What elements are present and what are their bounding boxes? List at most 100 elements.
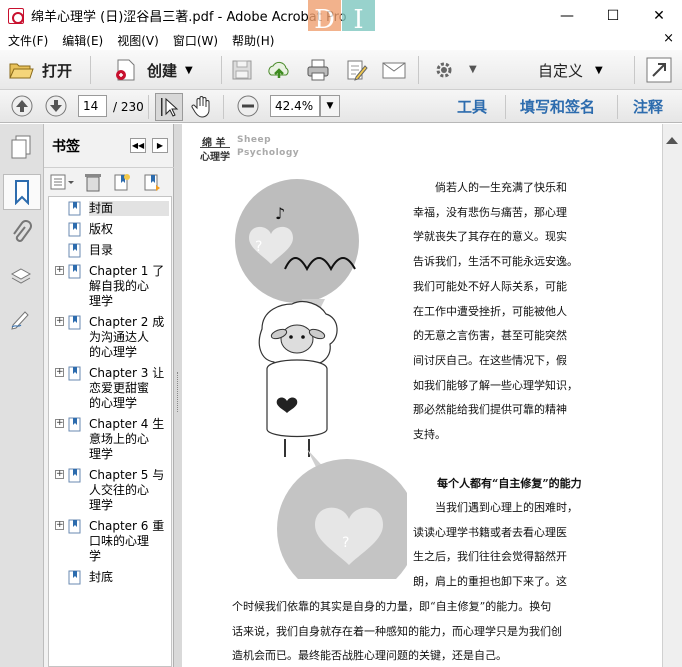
menu-view[interactable]: 视图(V): [110, 32, 166, 49]
toolbar-separator: [634, 56, 635, 84]
body-text-line: 当我们遇到心理上的困难时，: [435, 501, 578, 514]
upload-cloud-icon[interactable]: [266, 58, 292, 82]
bookmark-label-line: 为沟通达人: [89, 330, 150, 344]
layers-button[interactable]: [7, 262, 35, 292]
attachments-button[interactable]: [7, 218, 35, 248]
splitter-grip: [177, 372, 179, 412]
menu-edit[interactable]: 编辑(E): [55, 32, 110, 49]
fullscreen-icon[interactable]: [646, 57, 672, 83]
next-page-icon[interactable]: [44, 94, 68, 118]
edit-document-icon[interactable]: [344, 58, 370, 82]
scroll-up-arrow-icon[interactable]: [666, 137, 678, 144]
bookmark-label: Chapter 3 让恋爱更甜蜜 的心理学: [89, 366, 169, 411]
bookmark-label-line: Chapter 6 重: [89, 519, 165, 533]
select-tool-button[interactable]: [155, 93, 183, 121]
menu-window[interactable]: 窗口(W): [166, 32, 225, 49]
vertical-scrollbar[interactable]: [662, 124, 682, 667]
section-heading: 每个人都有“自主修复”的能力: [437, 477, 582, 490]
music-note-icon: ♪: [275, 204, 285, 223]
bookmark-options-icon[interactable]: [50, 173, 76, 191]
menu-file[interactable]: 文件(F): [0, 32, 55, 49]
expand-toggle-icon[interactable]: +: [55, 419, 64, 428]
gear-icon[interactable]: [433, 59, 455, 81]
page-thumbnails-button[interactable]: [7, 132, 35, 162]
print-icon[interactable]: [305, 58, 331, 82]
menu-bar: 文件(F) 编辑(E) 视图(V) 窗口(W) 帮助(H) ×: [0, 31, 682, 50]
page-total: / 230: [113, 100, 144, 114]
bookmark-icon: [68, 468, 81, 483]
toolbar-separator: [223, 95, 224, 119]
page-header-en-1: Sheep: [237, 135, 272, 145]
expand-toggle-icon[interactable]: +: [55, 470, 64, 479]
zoom-level-input[interactable]: 42.4%: [270, 95, 320, 117]
tools-pane-button[interactable]: 工具: [457, 96, 487, 117]
bookmark-label-line: Chapter 3 让: [89, 366, 165, 380]
bookmark-label-line: 恋爱更甜蜜: [89, 381, 150, 395]
minimize-button[interactable]: —: [544, 0, 590, 31]
bookmark-label-line: Chapter 2 成: [89, 315, 165, 329]
bookmark-icon: [68, 201, 81, 216]
new-bookmark-icon[interactable]: [112, 172, 132, 192]
question-mark-upper: ?: [255, 239, 262, 255]
toolbar-separator: [505, 95, 506, 119]
collapse-panel-icon[interactable]: ◀◀: [130, 138, 146, 153]
body-text-line: 朗，肩上的重担也卸下来了。这: [413, 575, 567, 589]
menu-help[interactable]: 帮助(H): [225, 32, 281, 49]
expand-toggle-icon[interactable]: +: [55, 266, 64, 275]
signatures-button[interactable]: [7, 304, 35, 334]
bookmark-label-line: Chapter 4 生: [89, 417, 165, 431]
page-number-input[interactable]: 14: [78, 95, 107, 117]
bookmark-icon: [68, 417, 81, 432]
bookmark-label-line: Chapter 5 与: [89, 468, 165, 482]
body-text-line: 话来说，我们自身就存在着一种感知的能力，而心理学只是为我们创: [232, 624, 562, 638]
bookmark-label-line: 版权: [89, 222, 114, 236]
panel-splitter[interactable]: [174, 124, 182, 667]
email-icon[interactable]: [381, 59, 407, 81]
bookmarks-header: 书签 ◀◀ ▶: [44, 124, 174, 168]
window-title: 绵羊心理学 (日)涩谷昌三著.pdf - Adobe Acrobat Pro: [31, 10, 347, 25]
bookmark-ribbon-icon: [15, 180, 29, 205]
bookmark-icon: [68, 366, 81, 381]
expand-toggle-icon[interactable]: +: [55, 317, 64, 326]
close-document-button[interactable]: ×: [663, 31, 674, 46]
bookmark-icon: [68, 570, 81, 585]
zoom-out-icon[interactable]: [237, 95, 259, 117]
panel-menu-arrow-icon[interactable]: ▶: [152, 138, 168, 153]
gear-dropdown-icon[interactable]: ▼: [469, 64, 477, 75]
save-icon[interactable]: [230, 58, 254, 82]
body-text-line: 的无意之言伤害，甚至可能突然: [413, 329, 567, 343]
body-text-line: 我们可能处不好人际关系，可能: [413, 279, 567, 293]
bookmark-label: 封底: [89, 570, 169, 585]
expand-bookmark-icon[interactable]: [142, 172, 162, 192]
comment-pane-button[interactable]: 注释: [633, 96, 663, 117]
create-button[interactable]: 创建 ▼: [113, 56, 193, 84]
bookmark-list: 封面 版权 目录 + Chapter 1 了解自我的心 理学 + Chapter 2 成为沟通…: [48, 196, 172, 667]
toolbar-separator: [418, 56, 419, 84]
zoom-dropdown-icon[interactable]: ▼: [320, 95, 340, 117]
fill-sign-pane-button[interactable]: 填写和签名: [520, 96, 595, 117]
expand-toggle-icon[interactable]: +: [55, 521, 64, 530]
bookmarks-panel-button[interactable]: [3, 174, 41, 210]
cursor-arrow-icon: [161, 97, 179, 117]
body-text-line: 个时候我们依靠的其实是自身的力量，即“自主修复”的能力。换句: [232, 600, 552, 613]
body-text-line: 读读心理学书籍或者去看心理医: [413, 525, 567, 539]
bookmark-label: 目录: [89, 243, 169, 258]
create-label: 创建: [147, 61, 178, 80]
close-button[interactable]: ✕: [636, 0, 682, 31]
bookmark-label-line: 解自我的心: [89, 279, 150, 293]
expand-toggle-icon[interactable]: +: [55, 368, 64, 377]
bookmark-label-line: 口味的心理: [89, 534, 150, 548]
previous-page-icon[interactable]: [10, 94, 34, 118]
open-button[interactable]: 打开: [8, 56, 72, 84]
bookmark-label-line: 理学: [89, 498, 114, 512]
create-pdf-icon: [116, 59, 135, 81]
hand-tool-icon[interactable]: [190, 94, 214, 120]
toolbar-separator: [148, 95, 149, 119]
bookmark-label-line: 人交往的心: [89, 483, 150, 497]
bookmark-icon: [68, 243, 81, 258]
page-header-en-2: Psychology: [237, 148, 300, 158]
delete-bookmark-icon[interactable]: [84, 172, 102, 192]
customize-dropdown[interactable]: 自定义 ▼: [538, 60, 603, 80]
maximize-button[interactable]: ☐: [590, 0, 636, 31]
acrobat-pdf-icon: [8, 7, 24, 24]
